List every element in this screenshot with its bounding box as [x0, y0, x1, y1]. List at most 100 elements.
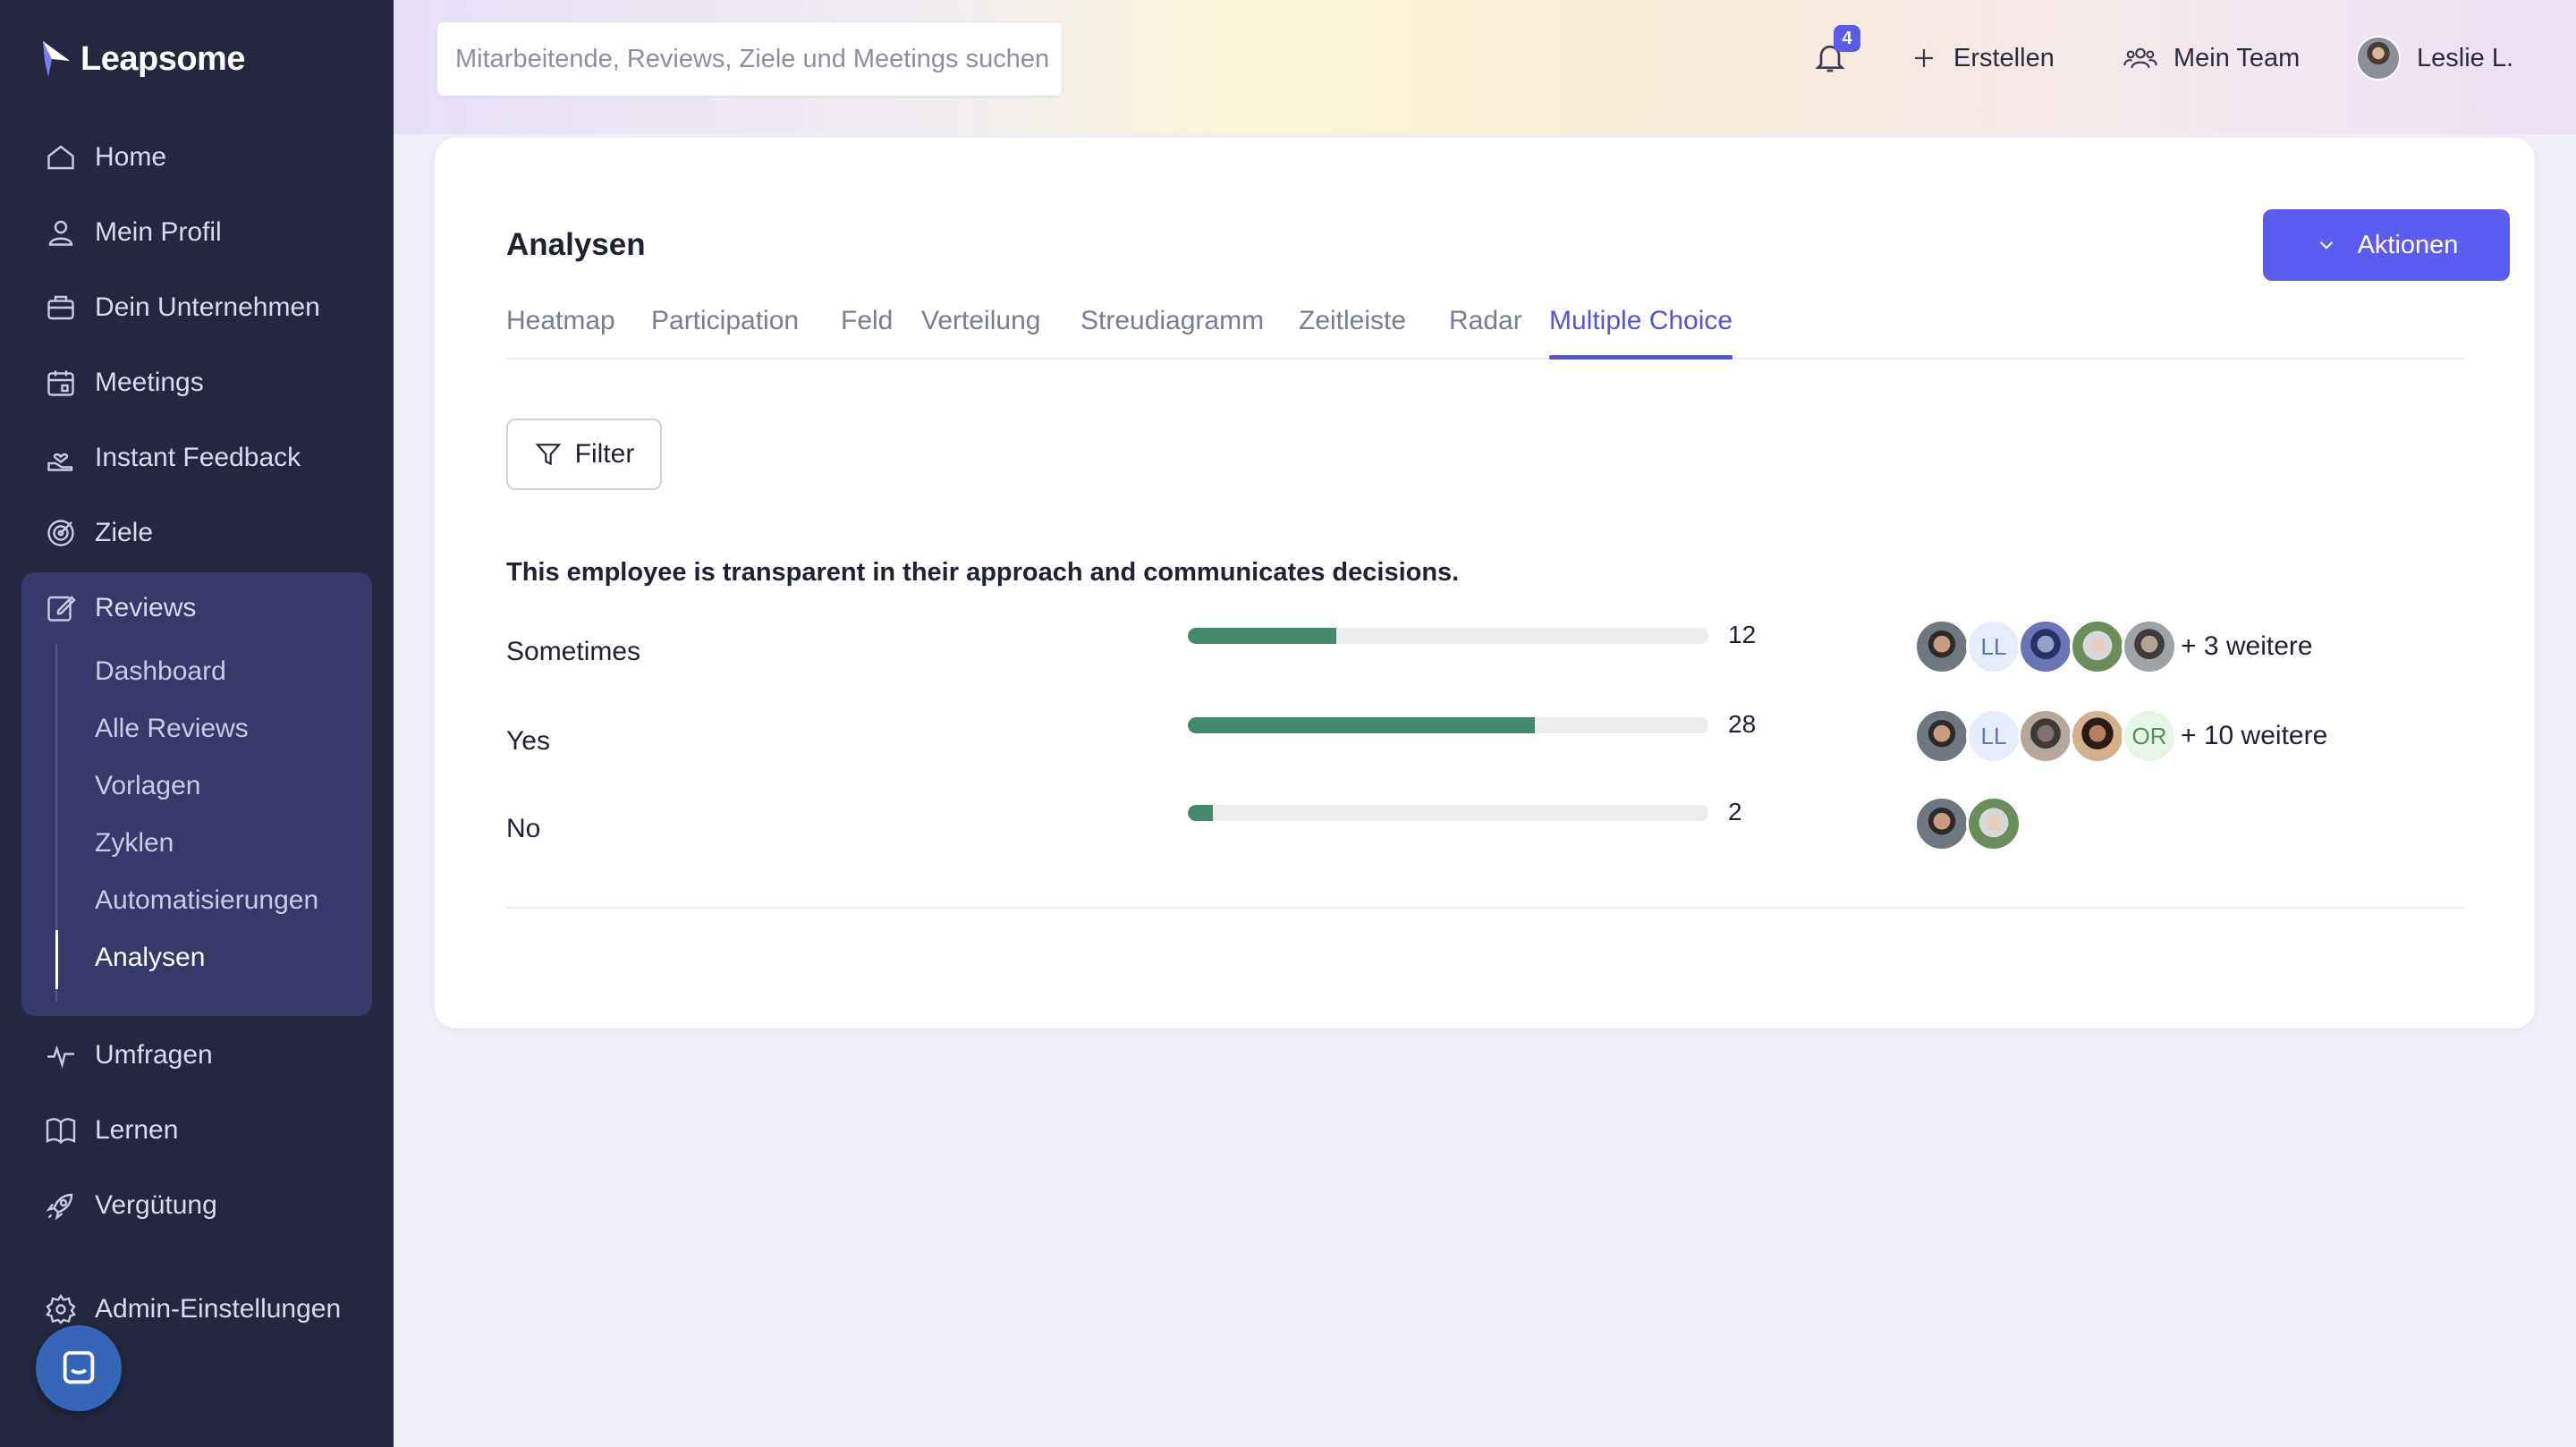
sidebar-subitem-dashboard[interactable]: Dashboard — [95, 649, 226, 694]
respondent-avatars[interactable]: LL + 3 weitere — [1914, 619, 2313, 674]
actions-label: Aktionen — [2357, 230, 2459, 259]
reviews-group: Reviews Dashboard Alle Reviews Vorlagen … — [21, 572, 372, 1016]
avatar[interactable] — [1914, 619, 1970, 674]
chat-launcher-button[interactable] — [36, 1325, 122, 1411]
sidebar-item-label: Meetings — [95, 368, 204, 397]
tab-participation[interactable]: Participation — [651, 297, 799, 358]
tab-multiple-choice[interactable]: Multiple Choice — [1549, 297, 1733, 360]
sidebar-subitem-vorlagen[interactable]: Vorlagen — [95, 764, 200, 808]
answer-bar-fill — [1188, 628, 1337, 644]
analytics-tabs: Heatmap Participation Feld Verteilung St… — [506, 297, 2465, 360]
sidebar-subitem-analysen[interactable]: Analysen — [95, 935, 205, 980]
sidebar-subitem-automatisierungen[interactable]: Automatisierungen — [95, 878, 318, 923]
create-button[interactable]: Erstellen — [1911, 36, 2055, 80]
user-icon — [48, 220, 73, 246]
gear-icon — [46, 1293, 76, 1324]
sidebar-item-label: Home — [95, 142, 167, 172]
hand-heart-icon — [47, 453, 73, 471]
avatar[interactable] — [2018, 619, 2073, 674]
answer-bar — [1188, 805, 1708, 821]
avatar[interactable] — [1914, 796, 1970, 851]
sidebar-item-reviews[interactable]: Reviews — [21, 580, 372, 637]
target-icon — [47, 520, 74, 546]
plus-icon — [1915, 49, 1933, 67]
avatar[interactable] — [2018, 708, 2073, 764]
pulse-icon — [47, 1045, 74, 1069]
more-respondents[interactable]: + 10 weitere — [2181, 721, 2327, 751]
avatar[interactable] — [2122, 619, 2177, 674]
chevron-down-icon — [2319, 241, 2333, 250]
brand-name: Leapsome — [80, 39, 245, 78]
my-team-label: Mein Team — [2174, 43, 2301, 72]
sidebar-item-label: Reviews — [95, 593, 197, 622]
avatar[interactable] — [2070, 619, 2125, 674]
sidebar-item-label: Dein Unternehmen — [95, 292, 320, 322]
page-title: Analysen — [506, 227, 646, 262]
global-search[interactable] — [436, 21, 1063, 97]
notification-badge: 4 — [1834, 25, 1860, 52]
question-text: This employee is transparent in their ap… — [506, 558, 1460, 587]
user-menu-button[interactable]: Leslie L. — [2356, 36, 2513, 80]
answer-label: No — [506, 814, 541, 843]
avatar[interactable]: LL — [1966, 708, 2021, 764]
search-input[interactable] — [437, 22, 1062, 96]
sidebar-item-label: Mein Profil — [95, 217, 222, 247]
chat-icon — [63, 1350, 95, 1384]
sidebar-item-dein-unternehmen[interactable]: Dein Unternehmen — [21, 279, 372, 336]
tab-radar[interactable]: Radar — [1449, 297, 1522, 358]
avatar[interactable] — [1966, 796, 2021, 851]
sidebar-item-home[interactable]: Home — [21, 129, 372, 186]
answer-bar — [1188, 717, 1708, 733]
answer-bar — [1188, 628, 1708, 644]
sidebar-item-ziele[interactable]: Ziele — [21, 504, 372, 562]
answer-row: Yes 28 LL OR + 10 weitere — [506, 708, 2465, 771]
edit-icon — [47, 596, 76, 622]
top-bar: 4 Erstellen Mein Team — [394, 0, 2576, 134]
sidebar: Leapsome Home Mein Profil Dein Unternehm… — [0, 0, 394, 1447]
sidebar-item-verguetung[interactable]: Vergütung — [21, 1177, 372, 1234]
analytics-card: Analysen Aktionen Heatmap Participation … — [435, 138, 2535, 1028]
tab-verteilung[interactable]: Verteilung — [921, 297, 1040, 358]
answer-row: Sometimes 12 LL + 3 weitere — [506, 619, 2465, 681]
filter-button[interactable]: Filter — [506, 419, 662, 490]
create-label: Erstellen — [1953, 43, 2055, 72]
sidebar-subitem-alle-reviews[interactable]: Alle Reviews — [95, 707, 249, 751]
avatar[interactable] — [2070, 708, 2125, 764]
tab-zeitleiste[interactable]: Zeitleiste — [1299, 297, 1406, 358]
sidebar-item-label: Admin-Einstellungen — [95, 1294, 342, 1324]
avatar[interactable]: LL — [1966, 619, 2021, 674]
sidebar-item-label: Ziele — [95, 518, 154, 547]
respondent-avatars[interactable]: LL OR + 10 weitere — [1914, 708, 2327, 764]
divider — [506, 907, 2465, 909]
sidebar-item-lernen[interactable]: Lernen — [21, 1102, 372, 1159]
answer-bar-fill — [1188, 717, 1536, 733]
sidebar-item-mein-profil[interactable]: Mein Profil — [21, 204, 372, 261]
filter-icon — [535, 444, 562, 466]
answer-label: Sometimes — [506, 637, 641, 666]
respondent-avatars[interactable] — [1914, 796, 2021, 851]
avatar[interactable] — [1914, 708, 1970, 764]
avatar[interactable]: OR — [2122, 708, 2177, 764]
tab-feld[interactable]: Feld — [841, 297, 893, 358]
tab-heatmap[interactable]: Heatmap — [506, 297, 615, 358]
sidebar-subitem-zyklen[interactable]: Zyklen — [95, 821, 174, 866]
my-team-button[interactable]: Mein Team — [2123, 36, 2300, 80]
answer-row: No 2 — [506, 796, 2465, 859]
user-name: Leslie L. — [2417, 43, 2514, 72]
briefcase-icon — [47, 295, 74, 320]
tab-streudiagramm[interactable]: Streudiagramm — [1080, 297, 1264, 358]
sidebar-item-label: Umfragen — [95, 1040, 213, 1070]
more-respondents[interactable]: + 3 weitere — [2181, 631, 2313, 662]
rocket-icon — [46, 1193, 73, 1221]
answer-bar-fill — [1188, 805, 1213, 821]
sidebar-item-label: Lernen — [95, 1115, 179, 1145]
sidebar-item-instant-feedback[interactable]: Instant Feedback — [21, 429, 372, 487]
sidebar-item-meetings[interactable]: Meetings — [21, 354, 372, 411]
sidebar-item-umfragen[interactable]: Umfragen — [21, 1027, 372, 1084]
leapsome-logo[interactable]: Leapsome — [39, 39, 245, 79]
home-icon — [47, 145, 74, 170]
answer-count: 2 — [1728, 798, 1742, 825]
filter-label: Filter — [574, 439, 635, 469]
actions-button[interactable]: Aktionen — [2263, 209, 2510, 281]
calendar-icon — [47, 370, 74, 396]
